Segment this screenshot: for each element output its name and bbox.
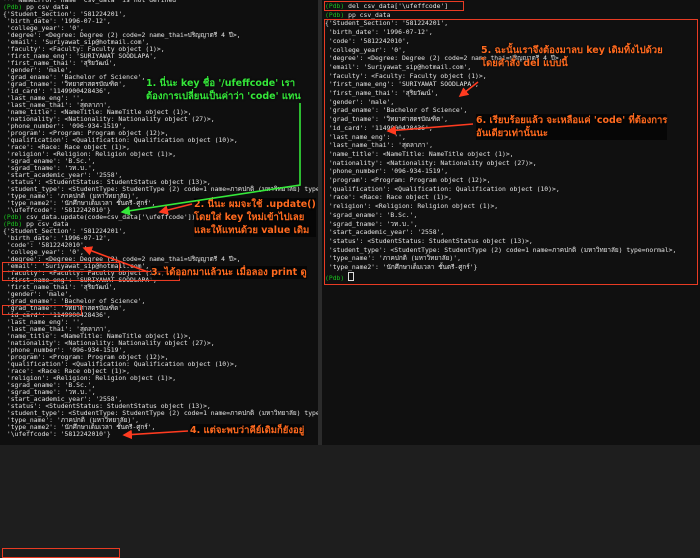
highlight-del-command	[324, 1, 464, 11]
terminal-line: '\ufeffcode': '5812242010'}	[3, 430, 111, 439]
annotation-note-5: 5. ฉะนั้นเราจึงต้องมาลบ key เดิมทิ้งไปด้…	[481, 45, 663, 69]
terminal-line-text: pp csv_data	[348, 10, 391, 19]
highlight-ufeffcode-left-bottom	[2, 548, 120, 558]
terminal-line-text: '\ufeffcode': '5812242010'}	[3, 430, 111, 438]
annotation-note-2: 2. นี่นะ ผมจะใช้ .update() โดยใส่ key ให…	[194, 198, 316, 237]
annotation-note-3: 3. ได้ออกมาแล้วนะ เมื่อลอง print ดู	[151, 266, 307, 279]
highlight-new-code-key	[2, 305, 82, 315]
annotation-note-1: 1. นี่นะ key ชื่อ '/ufeffcode' เรา ต้องก…	[146, 78, 301, 102]
annotation-note-4: 4. แต่จะพบว่าคีย์เดิมก็ยังอยู่	[190, 424, 305, 437]
annotation-note-6: 6. เรียบร้อยแล้ว จะเหลือแค่ 'code' ที่ต้…	[476, 114, 668, 140]
pdb-prompt: (Pdb)	[325, 10, 349, 19]
